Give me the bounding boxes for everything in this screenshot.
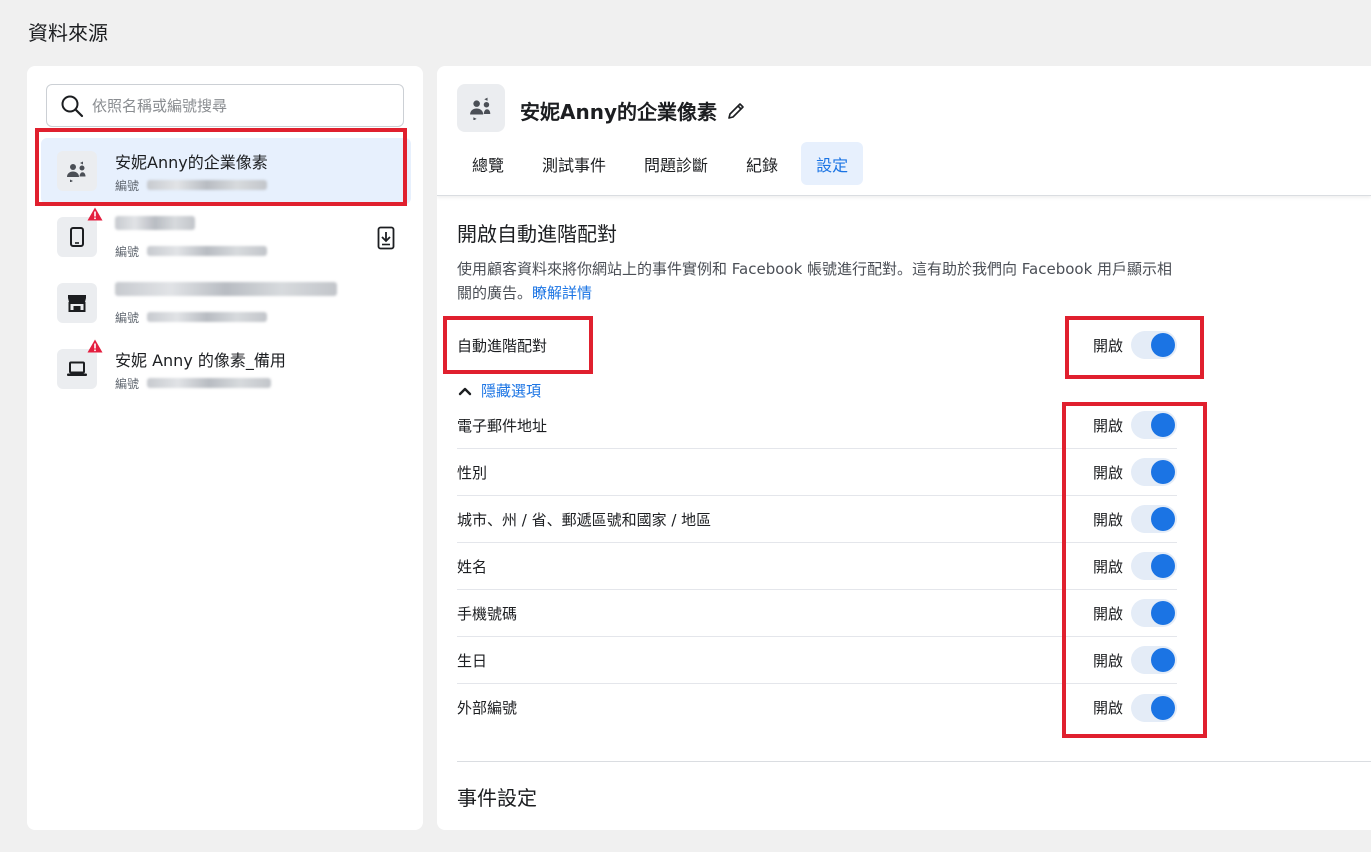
option-row-name: 姓名 開啟 bbox=[457, 543, 1177, 590]
mobile-app-icon bbox=[70, 227, 84, 247]
section-divider bbox=[457, 761, 1371, 762]
source-name: 安妮 Anny 的像素_備用 bbox=[115, 350, 286, 370]
pixel-title: 安妮Anny的企業像素 bbox=[520, 100, 717, 124]
detail-header: 安妮Anny的企業像素 總覽 測試事件 問題診斷 紀錄 設定 bbox=[437, 66, 1371, 196]
source-item-1[interactable]: 安妮Anny的企業像素 編號 bbox=[41, 138, 411, 204]
amm-description: 使用顧客資料來將你網站上的事件實例和 Facebook 帳號進行配對。這有助於我… bbox=[457, 260, 1173, 302]
learn-more-link[interactable]: 瞭解詳情 bbox=[532, 284, 592, 302]
source-detail-panel: 安妮Anny的企業像素 總覽 測試事件 問題診斷 紀錄 設定 開啟自動進階配對 … bbox=[437, 66, 1371, 830]
warning-icon bbox=[87, 207, 103, 221]
pixel-people-icon bbox=[67, 161, 86, 182]
tab-overview[interactable]: 總覽 bbox=[457, 142, 519, 185]
tab-settings[interactable]: 設定 bbox=[801, 142, 864, 185]
option-row-location: 城市、州 / 省、郵遞區號和國家 / 地區 開啟 bbox=[457, 496, 1177, 543]
source-item-2[interactable]: 編號 bbox=[41, 204, 411, 270]
download-app-icon[interactable] bbox=[377, 226, 395, 250]
source-id-redacted bbox=[147, 378, 272, 388]
event-settings-title: 事件設定 bbox=[457, 786, 537, 810]
option-row-gender: 性別 開啟 bbox=[457, 449, 1177, 496]
gender-toggle[interactable] bbox=[1131, 458, 1177, 486]
amm-main-toggle[interactable] bbox=[1131, 331, 1177, 359]
offline-store-icon bbox=[68, 295, 86, 312]
edit-pencil-icon[interactable] bbox=[727, 102, 745, 120]
source-id-redacted bbox=[147, 312, 268, 322]
option-row-email: 電子郵件地址 開啟 bbox=[457, 402, 1177, 449]
phone-toggle[interactable] bbox=[1131, 599, 1177, 627]
laptop-icon bbox=[67, 361, 87, 376]
page-title: 資料來源 bbox=[28, 21, 108, 45]
search-icon bbox=[61, 95, 84, 117]
source-name-redacted bbox=[115, 215, 195, 230]
option-row-birthday: 生日 開啟 bbox=[457, 637, 1177, 684]
source-item-3[interactable]: 編號 bbox=[41, 270, 411, 336]
option-row-external-id: 外部編號 開啟 bbox=[457, 684, 1177, 731]
source-id-redacted bbox=[147, 246, 268, 256]
pixel-people-icon bbox=[470, 97, 491, 120]
email-toggle[interactable] bbox=[1131, 411, 1177, 439]
warning-icon bbox=[87, 339, 103, 353]
amm-main-state: 開啟 bbox=[1092, 336, 1123, 355]
tab-test-events[interactable]: 測試事件 bbox=[527, 142, 621, 185]
source-id-label: 編號 bbox=[115, 376, 140, 391]
detail-tabs: 總覽 測試事件 問題診斷 紀錄 設定 bbox=[457, 142, 871, 185]
source-item-4[interactable]: 安妮 Anny 的像素_備用 編號 bbox=[41, 336, 411, 402]
tab-history[interactable]: 紀錄 bbox=[731, 142, 793, 185]
chevron-up-icon bbox=[458, 387, 472, 395]
source-name: 安妮Anny的企業像素 bbox=[115, 152, 268, 172]
amm-main-row: 自動進階配對 開啟 bbox=[457, 330, 1177, 360]
search-input[interactable] bbox=[92, 96, 392, 115]
tab-diagnostics[interactable]: 問題診斷 bbox=[629, 142, 723, 185]
hide-options-toggle[interactable]: 隱藏選項 bbox=[457, 380, 541, 401]
amm-main-label: 自動進階配對 bbox=[457, 336, 548, 355]
external-id-toggle[interactable] bbox=[1131, 693, 1177, 722]
source-id-label: 編號 bbox=[115, 178, 140, 193]
location-toggle[interactable] bbox=[1131, 505, 1177, 533]
data-sources-panel: 安妮Anny的企業像素 編號 編號 編號 安妮 Anny 的像素_備用 bbox=[27, 66, 423, 830]
amm-section-title: 開啟自動進階配對 bbox=[457, 222, 617, 246]
birthday-toggle[interactable] bbox=[1131, 646, 1177, 674]
source-id-label: 編號 bbox=[115, 310, 140, 325]
search-box[interactable] bbox=[46, 84, 404, 127]
source-name-redacted bbox=[115, 281, 337, 296]
source-id-label: 編號 bbox=[115, 244, 140, 259]
source-id-redacted bbox=[147, 180, 268, 190]
name-toggle[interactable] bbox=[1131, 552, 1177, 580]
option-row-phone: 手機號碼 開啟 bbox=[457, 590, 1177, 637]
